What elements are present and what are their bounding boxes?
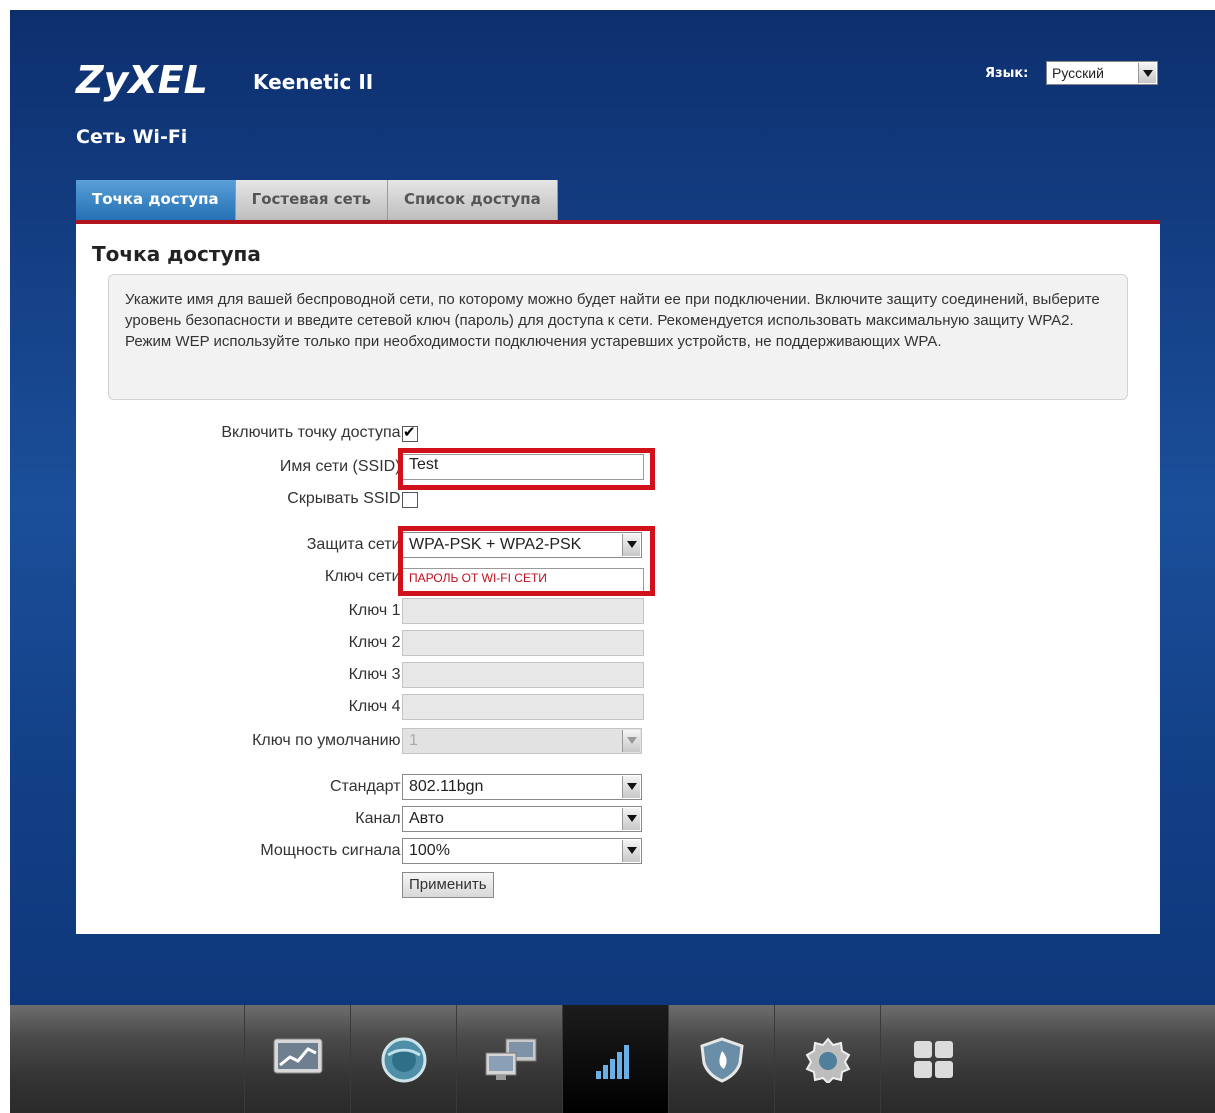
dock-home-network[interactable] <box>456 1005 562 1113</box>
monitor-chart-icon <box>273 1038 323 1074</box>
power-label: Мощность сигнала: <box>260 842 405 859</box>
row-hide-ssid: Скрывать SSID: <box>76 486 1160 514</box>
chevron-down-icon[interactable] <box>622 776 640 798</box>
dock-internet[interactable] <box>350 1005 456 1113</box>
key3-input[interactable] <box>402 662 644 688</box>
hide-ssid-label: Скрывать SSID: <box>287 490 405 507</box>
channel-value: Авто <box>409 810 444 827</box>
power-select[interactable]: 100% <box>402 838 642 864</box>
power-value: 100% <box>409 842 450 859</box>
language-value: Русский <box>1052 65 1104 81</box>
gear-icon <box>805 1037 851 1083</box>
default-key-select[interactable]: 1 <box>402 728 642 754</box>
key4-label: Ключ 4: <box>348 698 405 715</box>
enable-ap-label: Включить точку доступа: <box>221 424 405 441</box>
row-power: Мощность сигнала: 100% <box>76 838 1160 866</box>
standard-label: Стандарт: <box>330 778 405 795</box>
dock-monitor[interactable] <box>244 1005 350 1113</box>
key2-label: Ключ 2: <box>348 634 405 651</box>
enable-ap-checkbox[interactable] <box>402 423 418 442</box>
row-key1: Ключ 1: <box>76 598 1160 626</box>
row-enable-ap: Включить точку доступа: <box>76 420 1160 448</box>
row-key2: Ключ 2: <box>76 630 1160 658</box>
panel-title: Точка доступа <box>92 242 261 266</box>
bottom-dock <box>10 1005 1215 1113</box>
tab-guest-network[interactable]: Гостевая сеть <box>235 180 388 220</box>
ssid-highlight-box <box>398 448 655 490</box>
globe-icon <box>381 1037 427 1083</box>
key4-input[interactable] <box>402 694 644 720</box>
page-title: Сеть Wi-Fi <box>76 126 188 148</box>
key3-label: Ключ 3: <box>348 666 405 683</box>
computers-icon <box>485 1038 537 1080</box>
default-key-label: Ключ по умолчанию: <box>252 732 405 749</box>
wifi-signal-icon <box>596 1045 629 1079</box>
row-key4: Ключ 4: <box>76 694 1160 722</box>
dock-security[interactable] <box>668 1005 774 1113</box>
shield-icon <box>700 1037 744 1083</box>
tab-bar: Точка доступа Гостевая сеть Список досту… <box>76 180 558 220</box>
ssid-label: Имя сети (SSID): <box>279 458 405 475</box>
chevron-down-icon[interactable] <box>622 808 640 830</box>
dock-system[interactable] <box>774 1005 880 1113</box>
tab-access-list[interactable]: Список доступа <box>387 180 558 220</box>
info-box: Укажите имя для вашей беспроводной сети,… <box>108 274 1128 400</box>
apply-button[interactable]: Применить <box>402 872 494 898</box>
network-key-label: Ключ сети: <box>324 568 405 585</box>
channel-label: Канал: <box>355 810 405 827</box>
language-label: Язык: <box>985 66 1029 81</box>
chevron-down-icon[interactable] <box>622 730 640 752</box>
row-channel: Канал: Авто <box>76 806 1160 834</box>
dock-apps[interactable] <box>880 1005 986 1113</box>
model-name: Keenetic II <box>253 70 374 94</box>
key1-input[interactable] <box>402 598 644 624</box>
hide-ssid-checkbox[interactable] <box>402 492 418 508</box>
row-default-key: Ключ по умолчанию: 1 <box>76 728 1160 756</box>
key1-label: Ключ 1: <box>348 602 405 619</box>
router-admin-screen: ZyXEL Keenetic II Язык: Русский Сеть Wi-… <box>10 10 1215 1113</box>
row-key3: Ключ 3: <box>76 662 1160 690</box>
security-highlight-box <box>398 526 655 596</box>
standard-select[interactable]: 802.11bgn <box>402 774 642 800</box>
dock-wifi[interactable] <box>562 1005 668 1113</box>
default-key-value: 1 <box>409 732 418 749</box>
chevron-down-icon[interactable] <box>622 840 640 862</box>
security-label: Защита сети: <box>306 536 405 553</box>
apps-grid-icon <box>914 1041 953 1078</box>
standard-value: 802.11bgn <box>409 778 484 795</box>
channel-select[interactable]: Авто <box>402 806 642 832</box>
row-standard: Стандарт: 802.11bgn <box>76 774 1160 802</box>
settings-panel: Точка доступа Укажите имя для вашей бесп… <box>76 224 1160 934</box>
key2-input[interactable] <box>402 630 644 656</box>
chevron-down-icon[interactable] <box>1138 63 1156 83</box>
tab-access-point[interactable]: Точка доступа <box>76 180 236 220</box>
language-select[interactable]: Русский <box>1046 61 1158 85</box>
brand-logo: ZyXEL <box>76 58 208 102</box>
